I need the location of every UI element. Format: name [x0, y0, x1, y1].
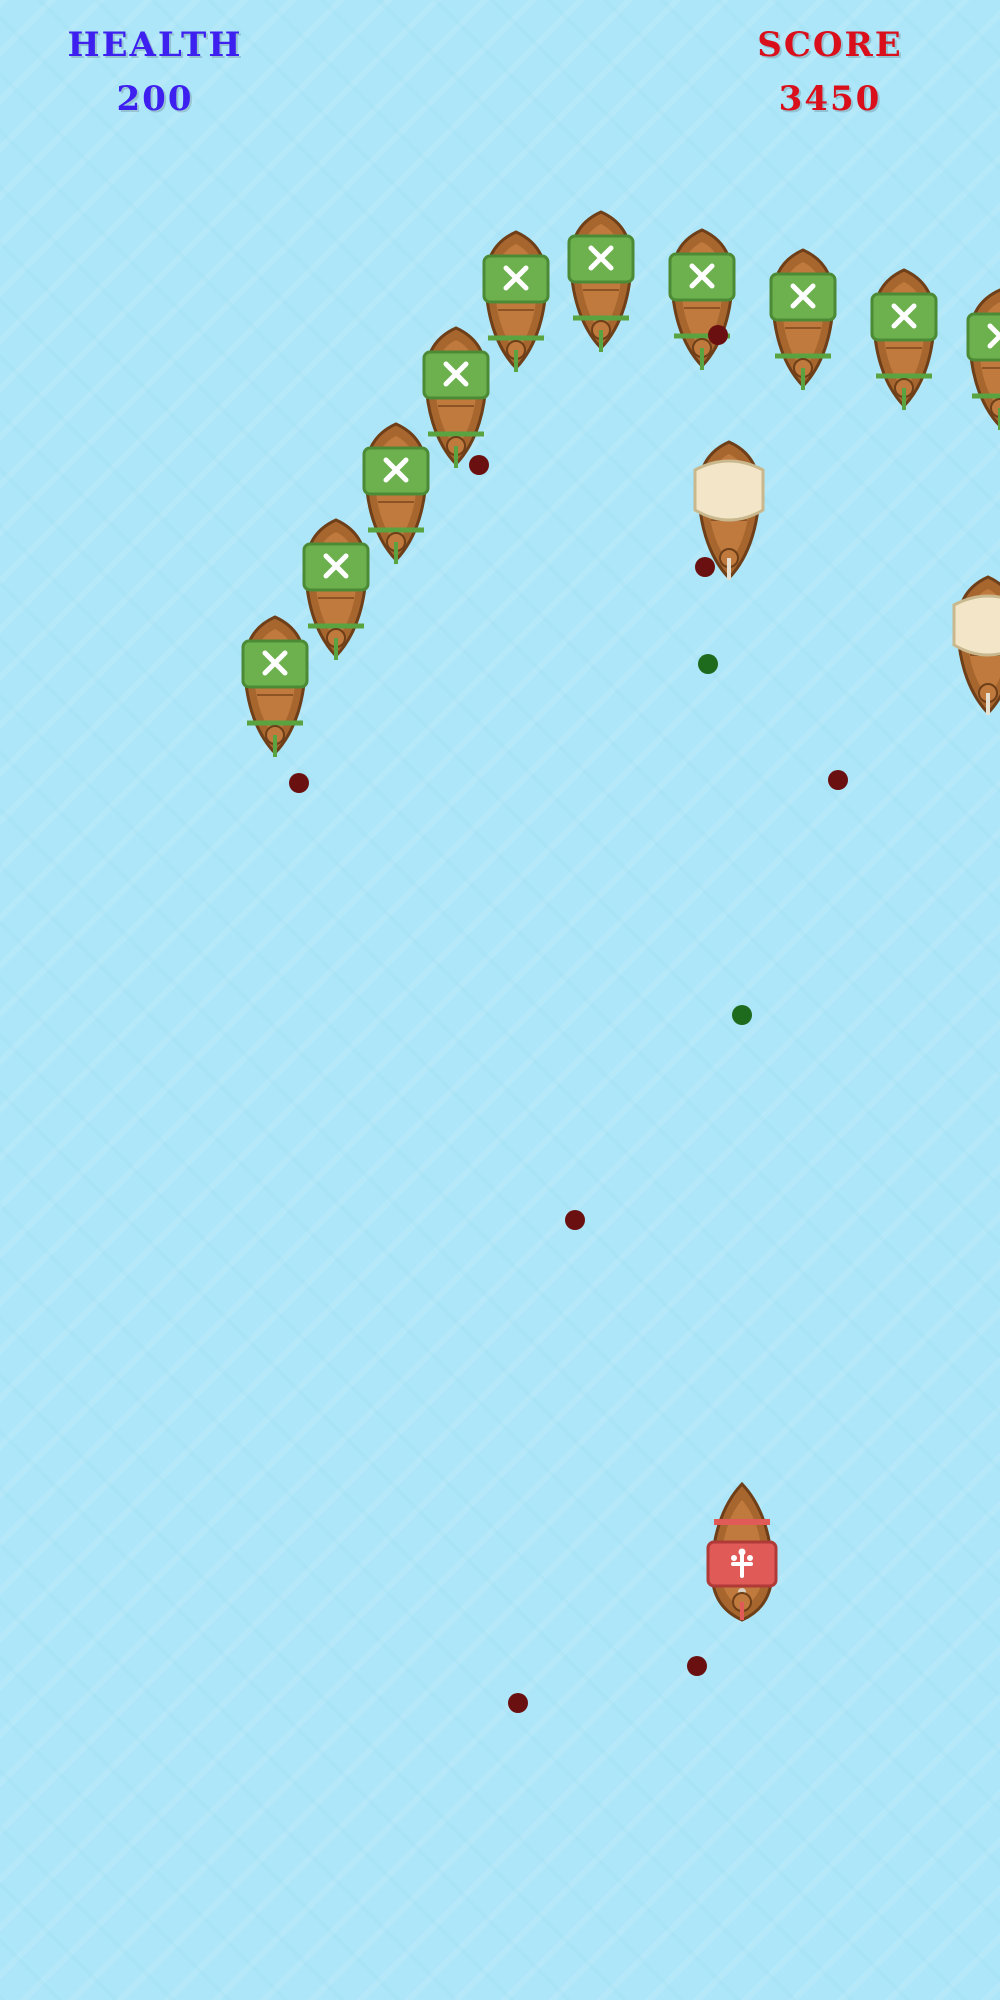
enemy-cannonball — [508, 1693, 528, 1713]
enemy-cannonball — [708, 325, 728, 345]
enemy-cannonball — [687, 1656, 707, 1676]
player-ship[interactable] — [706, 1482, 778, 1622]
score-value: 3450 — [778, 79, 882, 119]
pirate-ship — [870, 268, 938, 410]
health-value: 200 — [116, 79, 194, 119]
enemy-cannonball — [565, 1210, 585, 1230]
cannonballs — [289, 325, 848, 1713]
game-canvas[interactable] — [0, 0, 1000, 2000]
pirate-ship — [567, 210, 635, 352]
pirate-ship — [668, 228, 736, 370]
pirate-ship — [241, 615, 309, 757]
pirate-fleet — [241, 210, 1000, 757]
pirate-ship — [966, 288, 1000, 430]
pirate-ship — [482, 230, 550, 372]
enemy-cannonball — [695, 557, 715, 577]
pirate-ship — [769, 248, 837, 390]
enemy-cannonball — [469, 455, 489, 475]
score-label: SCORE — [757, 25, 903, 65]
player-cannonball — [698, 654, 718, 674]
score-panel: SCORE 3450 — [745, 18, 915, 126]
pirate-ship — [362, 422, 430, 564]
enemy-cannonball — [289, 773, 309, 793]
player-cannonball — [732, 1005, 752, 1025]
pirate-ship — [422, 326, 490, 468]
health-label: HEALTH — [67, 25, 243, 65]
pirate-ship — [302, 518, 370, 660]
health-panel: HEALTH 200 — [55, 18, 255, 126]
merchant-fleet — [693, 440, 1000, 715]
enemy-cannonball — [828, 770, 848, 790]
merchant-ship — [952, 575, 1000, 715]
